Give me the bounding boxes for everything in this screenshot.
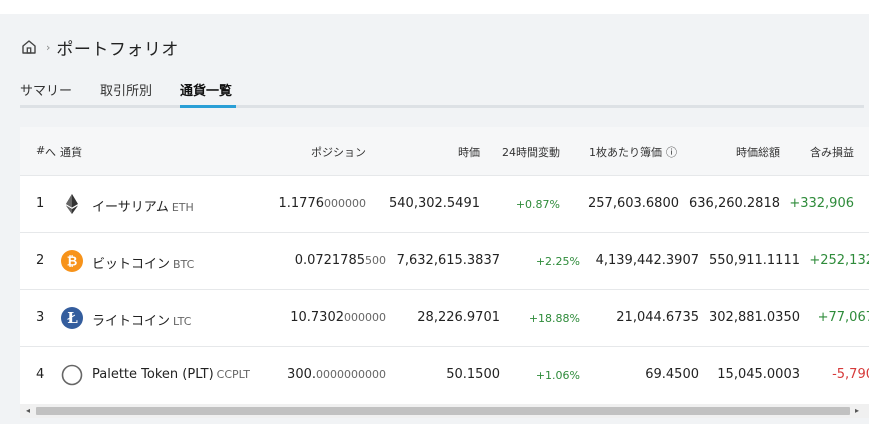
row-index: 2 xyxy=(36,253,45,268)
unrealized-pnl-value: -5,790 xyxy=(832,367,869,382)
page-title: ポートフォリオ xyxy=(56,39,179,60)
position-main: 10.7302 xyxy=(290,310,344,325)
ethereum-icon xyxy=(60,192,84,216)
svg-text:Ł: Ł xyxy=(67,309,78,327)
header-cost-per-unit[interactable]: 1枚あたり簿価 xyxy=(560,144,662,160)
table-row[interactable]: 4 Palette Token (PLT) CCPLT 300.000000000… xyxy=(20,346,869,404)
tab-summary[interactable]: サマリー xyxy=(20,80,72,99)
unrealized-pnl-value: +252,132 xyxy=(809,253,869,268)
row-index: 3 xyxy=(36,310,45,325)
palette-token-icon xyxy=(60,363,84,387)
currency-name: ビットコイン BTC xyxy=(92,253,194,272)
currency-label: ライトコイン xyxy=(92,314,171,329)
table-row[interactable]: 1 イーサリアム ETH 1.1776000000 540,302.5491 +0… xyxy=(20,175,869,233)
position-main: 1.1776 xyxy=(278,196,325,211)
table-header: # へ 通貨 ポジション 時価 24時間変動 1枚あたり簿価 ⓘ 時価総額 含み… xyxy=(20,127,869,175)
currency-table: # へ 通貨 ポジション 時価 24時間変動 1枚あたり簿価 ⓘ 時価総額 含み… xyxy=(20,127,869,424)
scrollbar-thumb[interactable] xyxy=(36,407,850,415)
table-row[interactable]: 2 ₿ ビットコイン BTC 0.0721785500 7,632,615.383… xyxy=(20,232,869,290)
litecoin-icon: Ł xyxy=(60,306,84,330)
row-index: 1 xyxy=(36,196,45,211)
position-main: 0.0721785 xyxy=(294,253,365,268)
home-icon[interactable] xyxy=(20,38,38,56)
currency-ticker: BTC xyxy=(173,258,195,271)
position-main: 300. xyxy=(287,367,316,382)
info-icon[interactable]: ⓘ xyxy=(666,144,677,160)
currency-name: イーサリアム ETH xyxy=(92,196,194,215)
top-bar xyxy=(0,0,869,14)
currency-ticker: LTC xyxy=(173,315,192,328)
tab-exchanges[interactable]: 取引所別 xyxy=(100,80,152,99)
row-index: 4 xyxy=(36,367,45,382)
header-change-24h[interactable]: 24時間変動 xyxy=(480,144,560,160)
header-currency[interactable]: 通貨 xyxy=(60,144,82,160)
table-row[interactable]: 3 Ł ライトコイン LTC 10.7302000000 28,226.9701 … xyxy=(20,289,869,347)
unrealized-pnl-value: +332,906 xyxy=(789,196,854,211)
price-value: 540,302.5491 xyxy=(389,196,480,211)
svg-text:₿: ₿ xyxy=(67,255,78,270)
total-value: 636,260.2818 xyxy=(689,196,780,211)
position-value: 1.1776000000 xyxy=(246,196,367,211)
scroll-left-arrow-icon[interactable]: ◂ xyxy=(26,406,30,415)
currency-name: ライトコイン LTC xyxy=(92,310,191,329)
price-value: 50.1500 xyxy=(446,367,500,382)
header-unrealized-pnl[interactable]: 含み損益 xyxy=(780,144,854,160)
scroll-right-arrow-icon[interactable]: ▸ xyxy=(855,406,859,415)
bitcoin-icon: ₿ xyxy=(60,249,84,273)
sort-icon[interactable]: へ xyxy=(45,144,56,160)
header-position[interactable]: ポジション xyxy=(266,144,366,160)
currency-ticker: CCPLT xyxy=(216,368,250,381)
tab-currency-list[interactable]: 通貨一覧 xyxy=(180,80,232,99)
cost-per-unit-value: 257,603.6800 xyxy=(588,196,679,211)
horizontal-scrollbar[interactable]: ◂ ▸ xyxy=(20,404,869,418)
breadcrumb-separator: › xyxy=(46,40,51,54)
price-value: 7,632,615.3837 xyxy=(396,253,500,268)
header-total-value[interactable]: 時価総額 xyxy=(680,144,780,160)
currency-ticker: ETH xyxy=(171,201,194,214)
active-tab-indicator xyxy=(180,105,236,108)
cost-per-unit-value: 69.4500 xyxy=(645,367,699,382)
header-price[interactable]: 時価 xyxy=(380,144,480,160)
currency-label: ビットコイン xyxy=(92,257,171,272)
tab-bar-divider xyxy=(20,105,864,108)
currency-label: イーサリアム xyxy=(92,200,169,215)
cost-per-unit-value: 4,139,442.3907 xyxy=(595,253,699,268)
breadcrumb: › ポートフォリオ xyxy=(20,35,179,60)
currency-name: Palette Token (PLT) CCPLT xyxy=(92,367,250,382)
header-number: # xyxy=(36,144,46,157)
price-value: 28,226.9701 xyxy=(417,310,500,325)
change-24h-value: +0.87% xyxy=(515,198,560,211)
currency-label: Palette Token (PLT) xyxy=(92,367,214,382)
unrealized-pnl-value: +77,067 xyxy=(817,310,869,325)
page-bottom xyxy=(0,418,869,424)
tab-bar: サマリー 取引所別 通貨一覧 xyxy=(20,78,864,108)
cost-per-unit-value: 21,044.6735 xyxy=(616,310,699,325)
